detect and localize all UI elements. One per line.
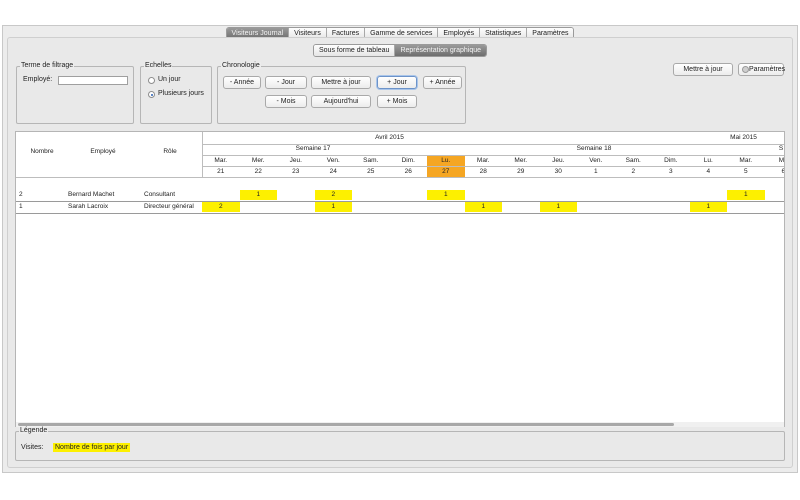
week-header: S xyxy=(778,145,784,152)
visit-count-cell[interactable]: 1 xyxy=(314,202,352,212)
visit-count-cell[interactable]: 1 xyxy=(464,202,502,212)
tab-graph-view[interactable]: Représentation graphique xyxy=(394,45,486,56)
day-number: 23 xyxy=(292,168,300,175)
row-separator xyxy=(16,213,784,214)
day-number: 21 xyxy=(217,168,225,175)
day-name: Sam. xyxy=(363,157,379,164)
day-name: Mar. xyxy=(739,157,753,164)
employee-label: Employé: xyxy=(23,76,53,83)
day-name: Jeu. xyxy=(289,157,302,164)
visit-count-cell[interactable]: 1 xyxy=(427,190,465,200)
radio-several-days-label: Plusieurs jours xyxy=(158,90,204,97)
tab-table-view[interactable]: Sous forme de tableau xyxy=(314,45,395,56)
refresh-button[interactable]: Mettre à jour xyxy=(673,63,733,76)
scrollbar-thumb[interactable] xyxy=(18,423,674,426)
visit-count-cell[interactable]: 1 xyxy=(539,202,577,212)
settings-button[interactable]: Paramètres xyxy=(738,63,786,76)
row-role: Directeur général xyxy=(144,203,194,210)
day-number: 30 xyxy=(554,168,562,175)
day-number: 1 xyxy=(593,168,598,175)
year-minus-button[interactable]: - Année xyxy=(223,76,261,89)
visit-count-cell[interactable]: 1 xyxy=(689,202,727,212)
day-name: Ven. xyxy=(589,157,603,164)
filter-group-title: Terme de filtrage xyxy=(20,62,75,69)
header-divider xyxy=(16,177,784,178)
timeline-group-title: Chronologie xyxy=(221,62,261,69)
day-number: 26 xyxy=(404,168,412,175)
visits-legend-label: Visites: xyxy=(21,444,44,451)
day-name: Lu. xyxy=(427,156,465,166)
day-number: 22 xyxy=(254,168,262,175)
month-header: Avril 2015 xyxy=(375,134,404,141)
day-name: Mer. xyxy=(514,157,528,164)
week-header: Semaine 17 xyxy=(295,145,331,152)
radio-several-days[interactable] xyxy=(148,91,155,98)
gear-icon xyxy=(742,66,749,73)
day-minus-button[interactable]: - Jour xyxy=(265,76,307,89)
day-name: Mar. xyxy=(214,157,228,164)
row-count: 2 xyxy=(19,191,23,198)
horizontal-scrollbar[interactable] xyxy=(16,422,784,427)
day-number: 3 xyxy=(668,168,673,175)
scales-group-title: Echelles xyxy=(144,62,173,69)
day-number: 2 xyxy=(631,168,636,175)
day-number: 27 xyxy=(427,167,465,177)
day-name: Jeu. xyxy=(552,157,565,164)
visit-count-cell[interactable]: 2 xyxy=(314,190,352,200)
legend-title: Légende xyxy=(19,427,49,434)
day-number: 24 xyxy=(329,168,337,175)
day-name: Me xyxy=(778,157,785,164)
col-header-role: Rôle xyxy=(163,148,177,155)
day-plus-button[interactable]: + Jour xyxy=(377,76,417,89)
day-number: 25 xyxy=(367,168,375,175)
update-day-button[interactable]: Mettre à jour xyxy=(311,76,371,89)
row-employee: Bernard Machet xyxy=(68,191,115,198)
day-name: Dim. xyxy=(664,157,678,164)
day-name: Mar. xyxy=(476,157,490,164)
legend-group: Légende Visites: Nombre de fois par jour xyxy=(15,427,785,461)
day-number: 5 xyxy=(743,168,748,175)
day-name: Sam. xyxy=(625,157,641,164)
visit-count-cell[interactable]: 2 xyxy=(202,202,240,212)
col-header-count: Nombre xyxy=(30,148,54,155)
month-header: Mai 2015 xyxy=(730,134,757,141)
radio-one-day-label: Un jour xyxy=(158,76,181,83)
employee-filter-input[interactable] xyxy=(58,76,128,85)
visit-count-cell[interactable]: 1 xyxy=(239,190,277,200)
visit-count-cell[interactable]: 1 xyxy=(727,190,765,200)
timeline-group: Chronologie - Année - Jour Mettre à jour… xyxy=(217,62,466,124)
visits-grid: Nombre Employé Rôle Avril 2015 Mai 2015 … xyxy=(15,131,785,427)
day-number: 29 xyxy=(517,168,525,175)
month-minus-button[interactable]: - Mois xyxy=(265,95,307,108)
filter-group: Terme de filtrage Employé: xyxy=(16,62,134,124)
row-role: Consultant xyxy=(144,191,176,198)
day-name: Ven. xyxy=(326,157,340,164)
year-plus-button[interactable]: + Année xyxy=(423,76,462,89)
day-number: 6 xyxy=(781,168,785,175)
day-name: Dim. xyxy=(401,157,415,164)
day-name: Lu. xyxy=(703,157,713,164)
day-name: Mer. xyxy=(251,157,265,164)
row-employee: Sarah Lacroix xyxy=(68,203,109,210)
col-header-employee: Employé xyxy=(90,148,116,155)
radio-one-day[interactable] xyxy=(148,77,155,84)
day-number: 4 xyxy=(706,168,711,175)
settings-button-label: Paramètres xyxy=(749,66,786,73)
visits-legend-swatch: Nombre de fois par jour xyxy=(53,443,131,452)
view-tabs: Sous forme de tableau Représentation gra… xyxy=(0,44,800,57)
week-header: Semaine 18 xyxy=(576,145,612,152)
month-plus-button[interactable]: + Mois xyxy=(377,95,417,108)
day-number: 28 xyxy=(479,168,487,175)
header-divider xyxy=(202,166,784,167)
row-count: 1 xyxy=(19,203,23,210)
today-button[interactable]: Aujourd'hui xyxy=(311,95,371,108)
scales-group: Echelles Un jour Plusieurs jours xyxy=(140,62,212,124)
